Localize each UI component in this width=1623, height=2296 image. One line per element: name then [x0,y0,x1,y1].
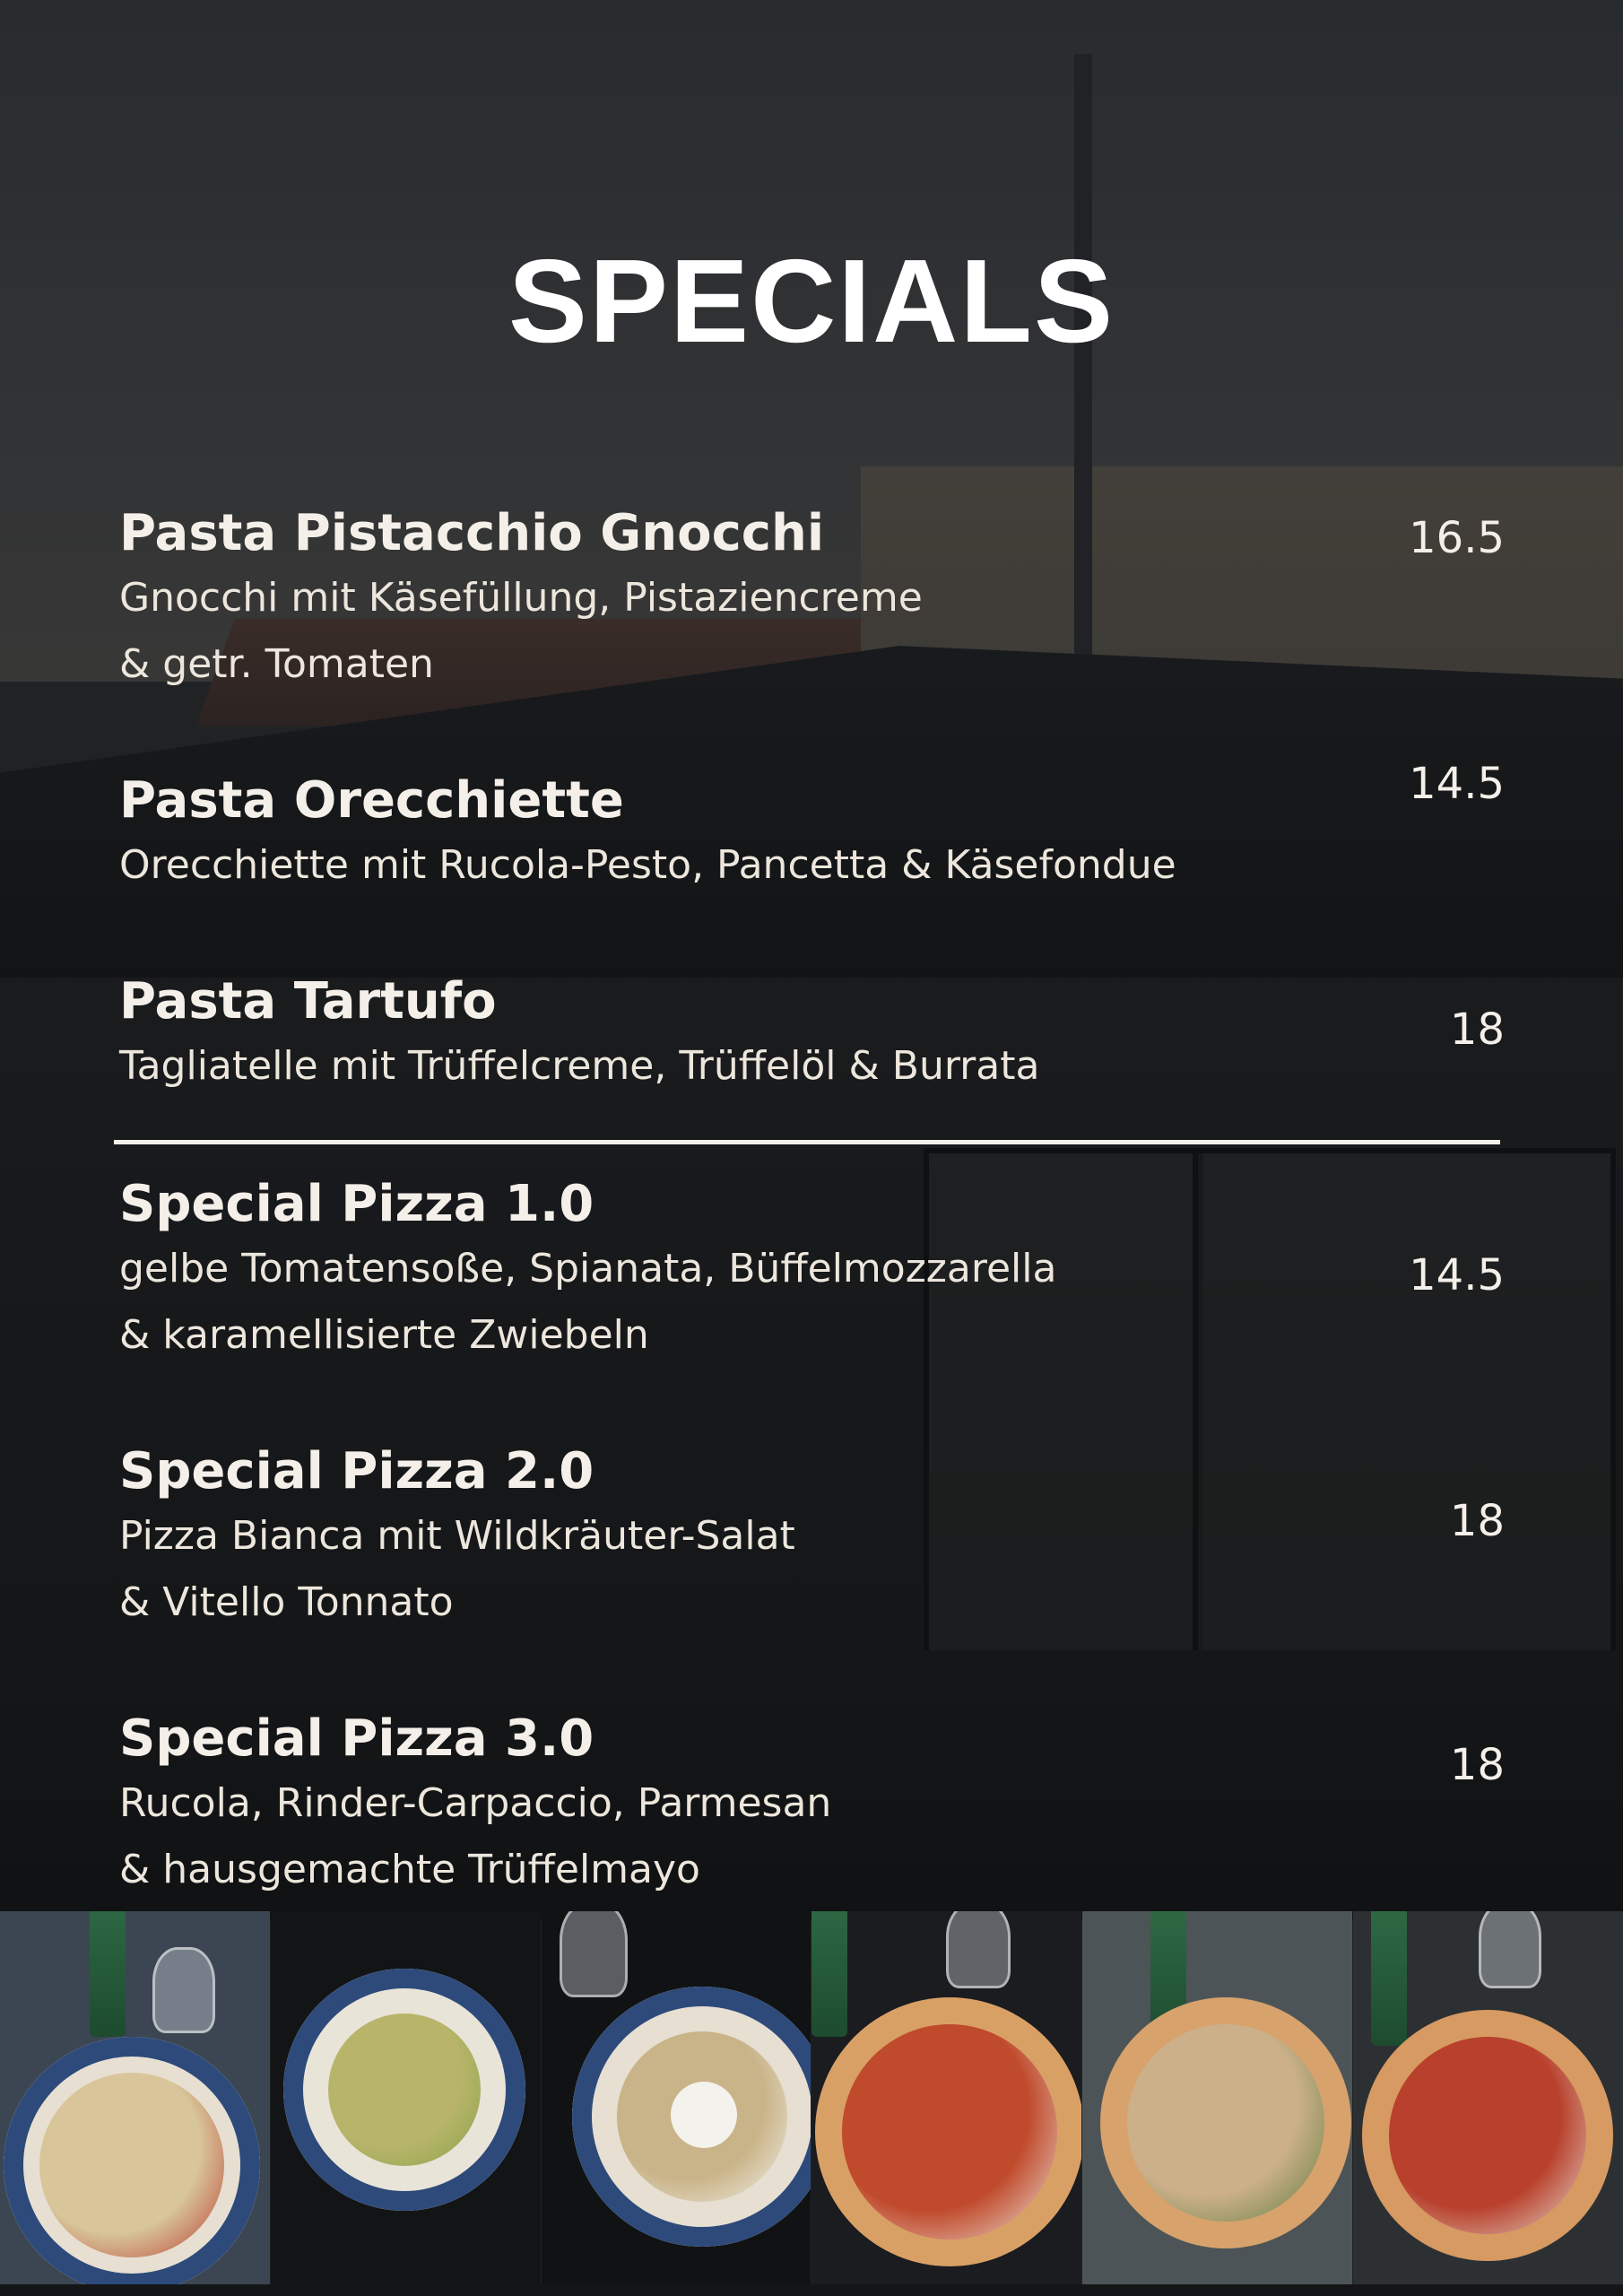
bottom-band [0,2284,1623,2296]
item-name: Pasta Pistacchio Gnocchi [119,504,825,562]
pizza-topping [842,2024,1058,2239]
bottle [1371,1911,1408,2046]
glass [1479,1911,1542,1988]
glass [946,1911,1011,1988]
pizza-topping [1389,2037,1587,2234]
pizza-topping [1127,2024,1325,2222]
food [327,2013,481,2166]
bottle [90,1911,126,2037]
item-price: 18 [1449,1740,1505,1790]
item-name: Special Pizza 1.0 [119,1175,595,1233]
item-price: 18 [1449,1004,1505,1055]
menu-item: Pasta Orecchiette Orecchiette mit Rucola… [119,759,1505,899]
item-price: 14.5 [1409,1250,1505,1300]
item-name: Special Pizza 3.0 [119,1709,595,1768]
item-desc-line: Orecchiette mit Rucola-Pesto, Pancetta &… [119,842,1176,888]
item-desc-line: Gnocchi mit Käsefüllung, Pistaziencreme [119,575,923,621]
menu-item: Pasta Pistacchio Gnocchi Gnocchi mit Käs… [119,502,1505,698]
section-divider [114,1140,1500,1144]
item-price: 18 [1449,1496,1505,1546]
bottle [812,1911,848,2037]
menu-item: Special Pizza 3.0 Rucola, Rinder-Carpacc… [119,1708,1505,1903]
item-desc-line: & karamellisierte Zwiebeln [119,1312,649,1358]
item-desc-line: & getr. Tomaten [119,641,434,687]
menu-item: Special Pizza 1.0 gelbe Tomatensoße, Spi… [119,1173,1505,1369]
food [39,2073,224,2257]
photo-pizza-1 [812,1911,1082,2284]
photo-orecchiette [270,1911,541,2284]
item-desc-line: Pizza Bianca mit Wildkräuter-Salat [119,1513,795,1559]
item-desc-line: & hausgemachte Trüffelmayo [119,1847,700,1892]
photo-strip [0,1911,1623,2284]
photo-pizza-2 [1082,1911,1353,2284]
item-desc-line: Tagliatelle mit Trüffelcreme, Trüffelöl … [119,1043,1040,1089]
item-desc-line: Rucola, Rinder-Carpaccio, Parmesan [119,1780,832,1826]
item-price: 14.5 [1409,759,1505,809]
item-name: Pasta Orecchiette [119,771,624,830]
burrata [670,2082,737,2148]
photo-pizza-3 [1353,1911,1623,2284]
page-title: SPECIALS [508,235,1115,367]
menu-item: Special Pizza 2.0 Pizza Bianca mit Wildk… [119,1440,1505,1636]
item-desc-line: & Vitello Tonnato [119,1579,454,1625]
glass [559,1911,628,1997]
item-price: 16.5 [1409,513,1505,563]
glass [152,1947,215,2033]
item-name: Special Pizza 2.0 [119,1442,595,1500]
photo-tartufo [541,1911,812,2284]
item-desc-line: gelbe Tomatensoße, Spianata, Büffelmozza… [119,1246,1057,1292]
photo-gnocchi [0,1911,270,2284]
item-name: Pasta Tartufo [119,972,497,1031]
menu-item: Pasta Tartufo Tagliatelle mit Trüffelcre… [119,970,1505,1100]
